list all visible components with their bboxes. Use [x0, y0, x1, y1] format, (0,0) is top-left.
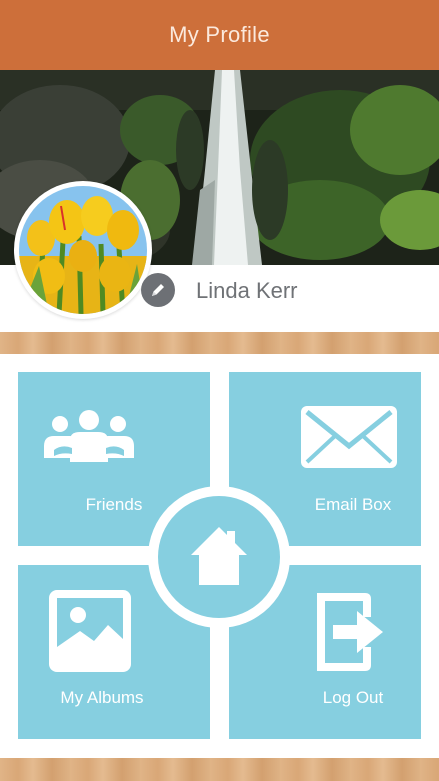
wood-divider — [0, 332, 439, 354]
pencil-icon — [152, 284, 164, 296]
avatar[interactable] — [14, 181, 152, 319]
logout-arrow-icon — [317, 593, 383, 671]
header-bar: My Profile — [0, 0, 439, 70]
profile-name: Linda Kerr — [196, 278, 298, 303]
page-title: My Profile — [169, 22, 270, 47]
home-button-circle — [158, 496, 280, 618]
friends-group-icon — [44, 410, 134, 462]
home-icon — [191, 527, 247, 585]
home-button[interactable] — [148, 486, 290, 628]
wood-footer — [0, 758, 439, 781]
log-out-label: Log Out — [322, 688, 384, 707]
edit-profile-button[interactable] — [141, 273, 175, 307]
my-albums-label: My Albums — [60, 688, 144, 707]
photo-album-icon — [49, 590, 131, 672]
envelope-icon — [301, 406, 397, 468]
email-box-label: Email Box — [314, 495, 392, 514]
